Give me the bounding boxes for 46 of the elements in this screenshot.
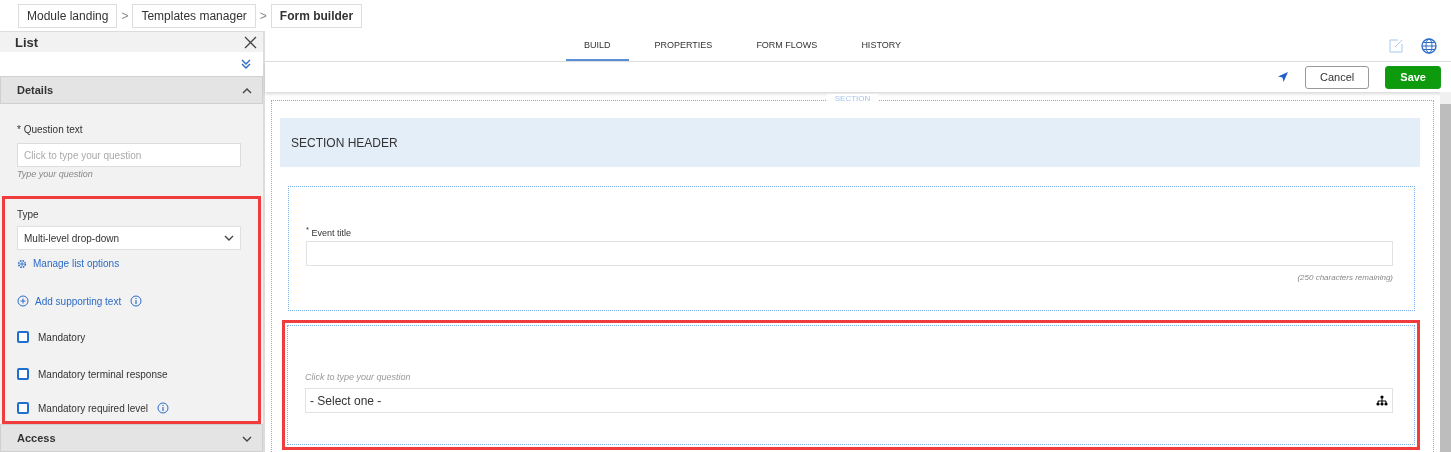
tab[interactable]: PROPERTIES <box>636 31 731 61</box>
gear-icon <box>17 258 27 269</box>
breadcrumb-link[interactable]: Templates manager <box>132 3 256 28</box>
chevron-down-icon[interactable] <box>224 234 234 242</box>
breadcrumb-separator: > <box>121 8 129 23</box>
checkbox[interactable] <box>17 368 29 380</box>
field-label: Type <box>17 209 40 220</box>
breadcrumb-separator: > <box>259 8 267 23</box>
checkbox[interactable] <box>17 331 29 343</box>
plus-circle-icon <box>17 295 29 307</box>
section-header[interactable]: SECTION HEADER <box>280 118 1420 167</box>
save-button[interactable]: Save <box>1385 65 1441 89</box>
double-chevron-icon[interactable] <box>241 59 251 69</box>
breadcrumb-link[interactable]: Module landing <box>18 3 118 28</box>
panel-title: List <box>15 34 39 50</box>
breadcrumb-link[interactable]: Form builder <box>270 3 363 28</box>
info-icon[interactable] <box>130 295 143 307</box>
tab[interactable]: FORM FLOWS <box>738 31 836 61</box>
checkbox[interactable] <box>17 402 29 414</box>
accordion-header[interactable]: Access <box>0 424 263 452</box>
accordion-header[interactable]: Details <box>0 76 263 104</box>
chevron-icon[interactable] <box>242 87 252 95</box>
type-dropdown[interactable]: Multi-level drop-down <box>17 226 241 250</box>
character-count: (250 characters remaining) <box>1297 273 1393 282</box>
field-label: * Question text <box>17 124 84 135</box>
question-field[interactable]: Click to type your question <box>17 143 241 167</box>
info-icon[interactable] <box>157 402 170 414</box>
text-field[interactable] <box>306 241 1393 266</box>
question-label: $^{*}$ Event title <box>306 225 352 238</box>
close-icon[interactable] <box>244 35 257 49</box>
tab[interactable]: HISTORY <box>843 31 920 61</box>
globe-icon[interactable] <box>1421 38 1437 54</box>
manage-options-link[interactable]: Manage list options <box>17 258 241 269</box>
chevron-icon[interactable] <box>242 435 252 443</box>
scrollbar[interactable] <box>1440 92 1451 452</box>
add-supporting-text-link[interactable]: Add supporting text <box>17 295 122 307</box>
cancel-button[interactable]: Cancel <box>1305 65 1370 89</box>
hierarchy-icon[interactable] <box>1376 395 1388 406</box>
section-label: SECTION <box>826 94 879 103</box>
checkbox-label[interactable]: Mandatory <box>38 331 86 343</box>
checkbox-label[interactable]: Mandatory terminal response <box>38 368 168 380</box>
select-field[interactable]: - Select one - <box>305 388 1393 413</box>
navigation-arrow-icon[interactable] <box>1277 71 1290 83</box>
tab[interactable]: BUILD <box>566 31 629 61</box>
field-hint: Type your question <box>17 169 94 179</box>
checkbox-label[interactable]: Mandatory required level <box>38 402 149 414</box>
